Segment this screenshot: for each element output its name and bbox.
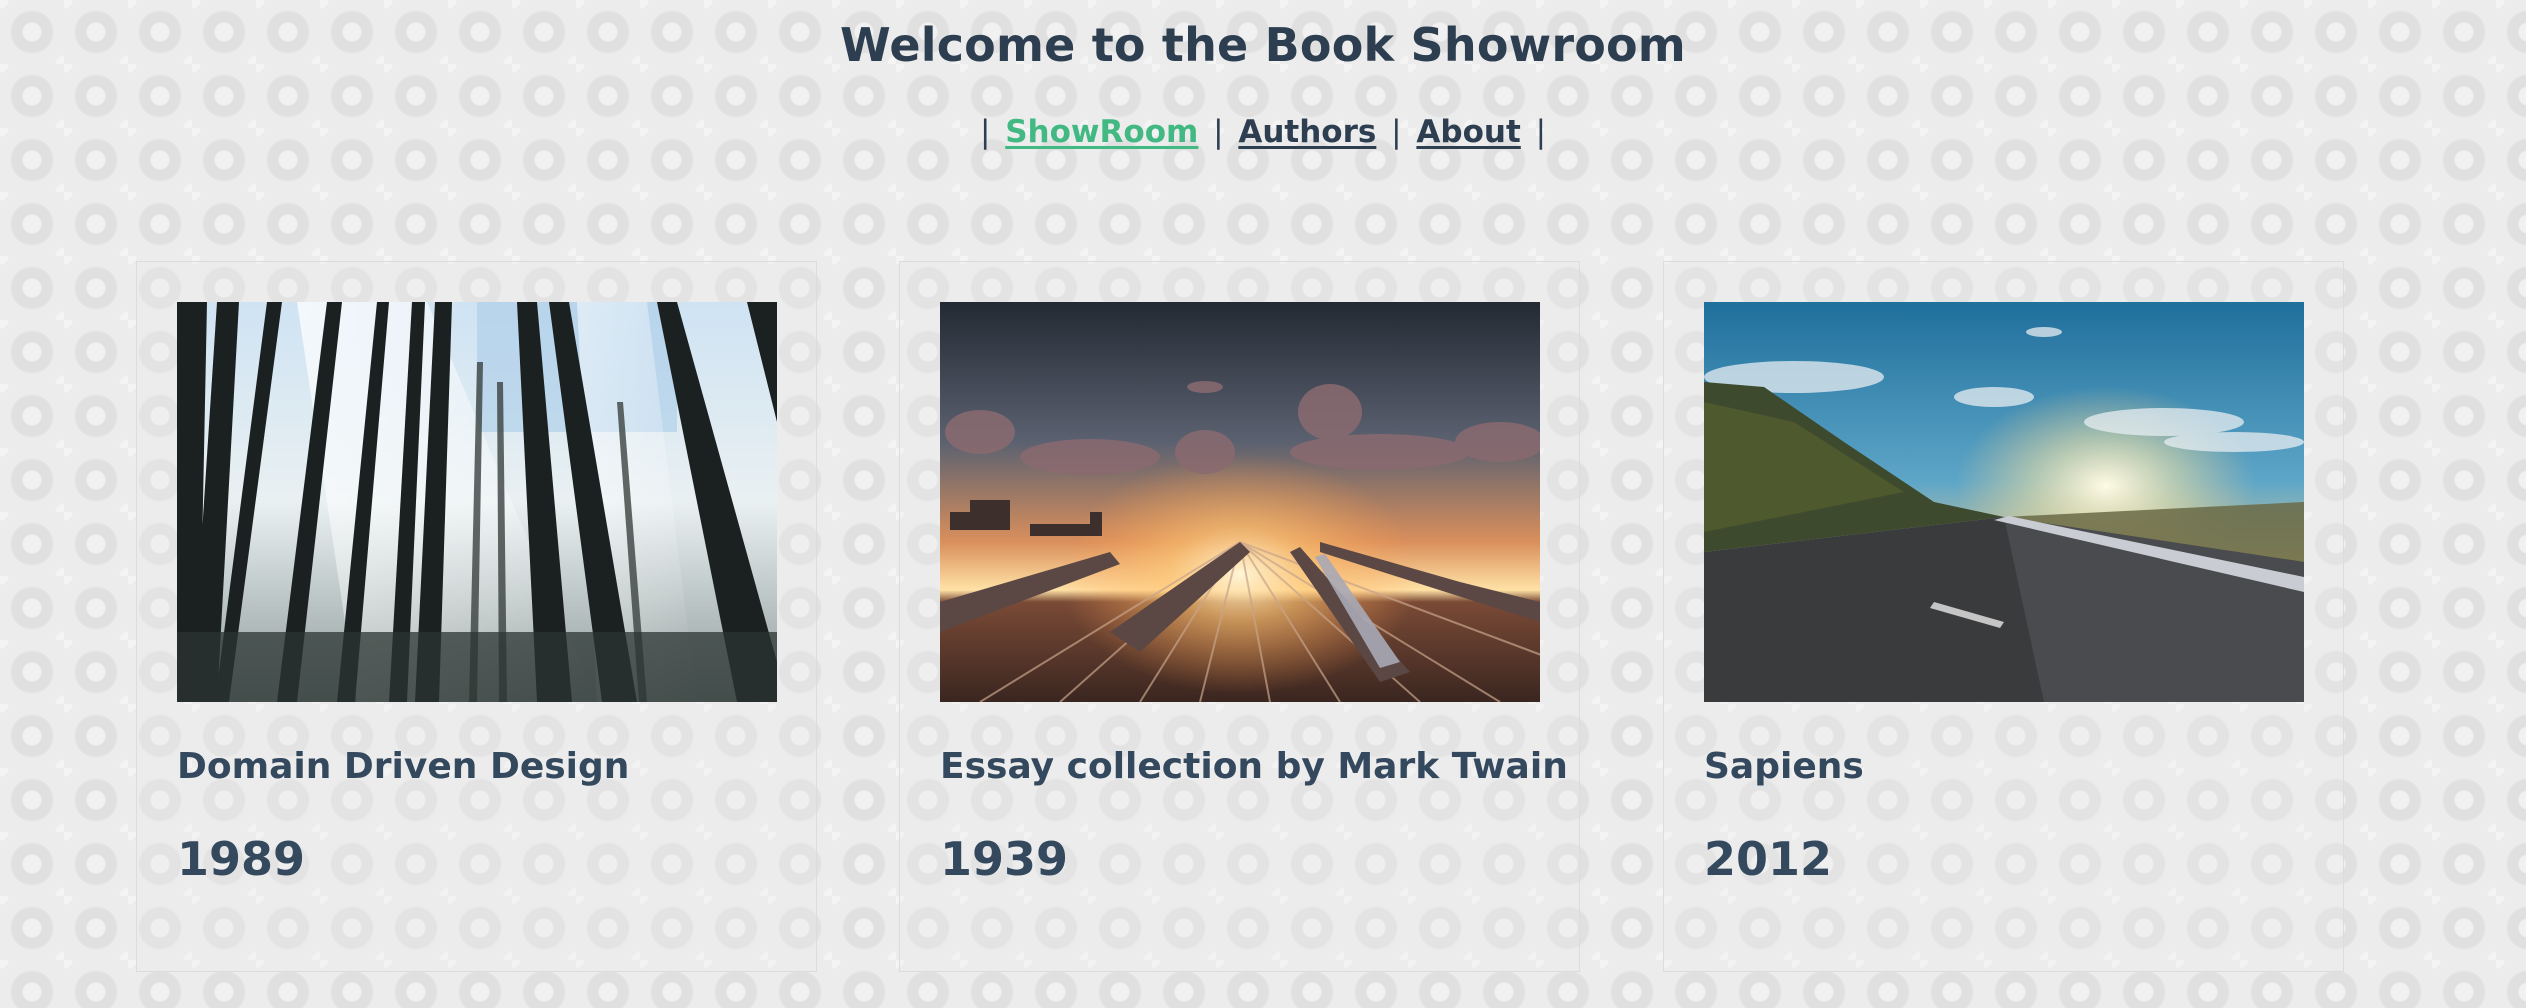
page-title: Welcome to the Book Showroom [840,18,1686,72]
forest-photo [177,302,777,702]
nav-separator: | [979,114,991,150]
book-title: Sapiens [1704,746,1864,787]
book-year: 1989 [177,832,306,886]
book-cover-image[interactable] [177,302,777,702]
railway-sunset-photo [940,302,1540,702]
book-title: Essay collection by Mark Twain [940,746,1568,787]
book-card[interactable]: Domain Driven Design 1989 [136,261,817,972]
book-card[interactable]: Essay collection by Mark Twain 1939 [899,261,1580,972]
nav-separator: | [1535,114,1547,150]
book-cover-image[interactable] [940,302,1540,702]
main-nav: | ShowRoom | Authors | About | [0,114,2526,150]
book-cover-image[interactable] [1704,302,2304,702]
book-year: 1939 [940,832,1069,886]
book-year: 2012 [1704,832,1833,886]
nav-link-authors[interactable]: Authors [1238,114,1376,150]
mountain-road-photo [1704,302,2304,702]
book-title: Domain Driven Design [177,746,630,787]
nav-link-about[interactable]: About [1416,114,1520,150]
book-card[interactable]: Sapiens 2012 [1663,261,2344,972]
nav-separator: | [1391,114,1402,150]
nav-link-showroom[interactable]: ShowRoom [1005,114,1198,150]
nav-separator: | [1213,114,1224,150]
